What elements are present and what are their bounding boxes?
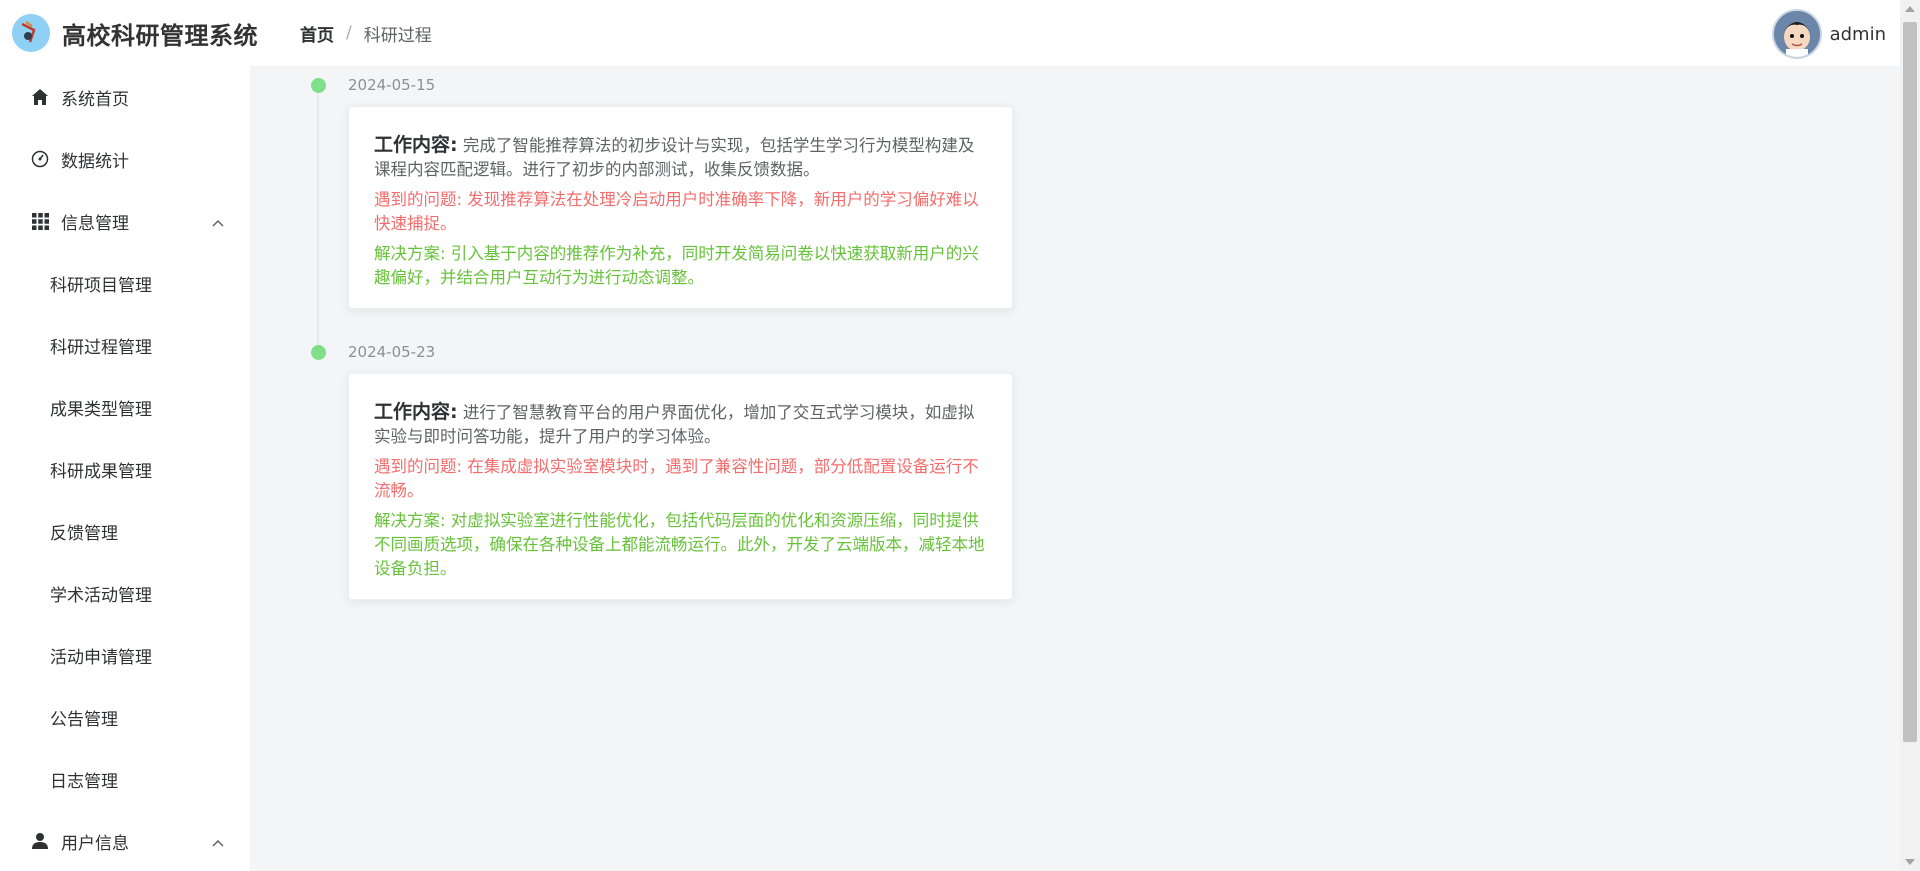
sidebar-item-result-management[interactable]: 科研成果管理 (0, 438, 250, 500)
timeline-date: 2024-05-23 (348, 343, 436, 361)
brand[interactable]: 高校科研管理系统 (0, 14, 300, 52)
user-menu[interactable]: admin (1771, 9, 1886, 59)
chevron-up-icon (212, 212, 224, 232)
timeline-card: 工作内容: 进行了智慧教育平台的用户界面优化，增加了交互式学习模块，如虚拟实验与… (348, 373, 1013, 600)
work-content-label: 工作内容: (374, 401, 458, 423)
scroll-down-arrow-icon[interactable] (1905, 859, 1915, 865)
timeline-dot (311, 78, 326, 93)
problem-text: 遇到的问题: 发现推荐算法在处理冷启动用户时准确率下降，新用户的学习偏好难以快速… (374, 190, 979, 233)
scroll-up-arrow-icon[interactable] (1905, 6, 1915, 12)
sidebar-item-label: 系统首页 (61, 89, 129, 110)
breadcrumb-separator: / (346, 23, 352, 43)
username: admin (1829, 23, 1886, 45)
sidebar-item-label: 用户信息 (61, 833, 129, 854)
sidebar-item-application-management[interactable]: 活动申请管理 (0, 624, 250, 686)
timeline-date: 2024-05-15 (348, 76, 436, 94)
work-content-text: 完成了智能推荐算法的初步设计与实现，包括学生学习行为模型构建及课程内容匹配逻辑。… (374, 136, 975, 179)
solution-text: 解决方案: 对虚拟实验室进行性能优化，包括代码层面的优化和资源压缩，同时提供不同… (374, 511, 985, 578)
breadcrumb-home-link[interactable]: 首页 (300, 21, 334, 46)
app-root: 高校科研管理系统 首页 / 科研过程 admin 系统首页 数据统计 信息管理 … (0, 0, 1920, 871)
sidebar-item-label: 信息管理 (61, 213, 129, 234)
top-header: 高校科研管理系统 首页 / 科研过程 admin (0, 0, 1900, 66)
sidebar-item-feedback-management[interactable]: 反馈管理 (0, 500, 250, 562)
solution-text: 解决方案: 引入基于内容的推荐作为补充，同时开发简易问卷以快速获取新用户的兴趣偏… (374, 244, 979, 287)
work-content-label: 工作内容: (374, 134, 458, 156)
sidebar-item-label: 数据统计 (61, 151, 129, 172)
home-icon (30, 87, 50, 107)
sidebar-item-user-info[interactable]: 用户信息 (0, 810, 250, 871)
app-title: 高校科研管理系统 (62, 21, 258, 50)
sidebar-item-log-management[interactable]: 日志管理 (0, 748, 250, 810)
logo-icon (12, 14, 50, 52)
sidebar-item-activity-management[interactable]: 学术活动管理 (0, 562, 250, 624)
chevron-up-icon (212, 832, 224, 852)
sidebar-item-statistics[interactable]: 数据统计 (0, 128, 250, 190)
work-content: 工作内容: 完成了智能推荐算法的初步设计与实现，包括学生学习行为模型构建及课程内… (374, 133, 987, 182)
sidebar-item-project-management[interactable]: 科研项目管理 (0, 252, 250, 314)
timeline-line (317, 84, 319, 354)
problem-text: 遇到的问题: 在集成虚拟实验室模块时，遇到了兼容性问题，部分低配置设备运行不流畅… (374, 457, 979, 500)
vertical-scrollbar[interactable] (1900, 0, 1920, 871)
user-icon (30, 831, 50, 851)
grid-icon (30, 211, 50, 231)
breadcrumb: 首页 / 科研过程 (300, 21, 432, 46)
scrollbar-thumb[interactable] (1903, 22, 1917, 742)
work-content: 工作内容: 进行了智慧教育平台的用户界面优化，增加了交互式学习模块，如虚拟实验与… (374, 400, 987, 449)
sidebar-item-result-type-management[interactable]: 成果类型管理 (0, 376, 250, 438)
dashboard-icon (30, 149, 50, 169)
sidebar-item-info-management[interactable]: 信息管理 (0, 190, 250, 252)
sidebar-item-process-management[interactable]: 科研过程管理 (0, 314, 250, 376)
sidebar: 系统首页 数据统计 信息管理 科研项目管理 科研过程管理 成果类型管理 科研成果… (0, 66, 250, 871)
main-content: 2024-05-15 工作内容: 完成了智能推荐算法的初步设计与实现，包括学生学… (250, 66, 1900, 871)
work-content-text: 进行了智慧教育平台的用户界面优化，增加了交互式学习模块，如虚拟实验与即时问答功能… (374, 403, 975, 446)
sidebar-item-home[interactable]: 系统首页 (0, 66, 250, 128)
timeline-card: 工作内容: 完成了智能推荐算法的初步设计与实现，包括学生学习行为模型构建及课程内… (348, 106, 1013, 309)
timeline-dot (311, 345, 326, 360)
avatar[interactable] (1771, 9, 1822, 59)
sidebar-item-notice-management[interactable]: 公告管理 (0, 686, 250, 748)
breadcrumb-current: 科研过程 (363, 25, 432, 46)
